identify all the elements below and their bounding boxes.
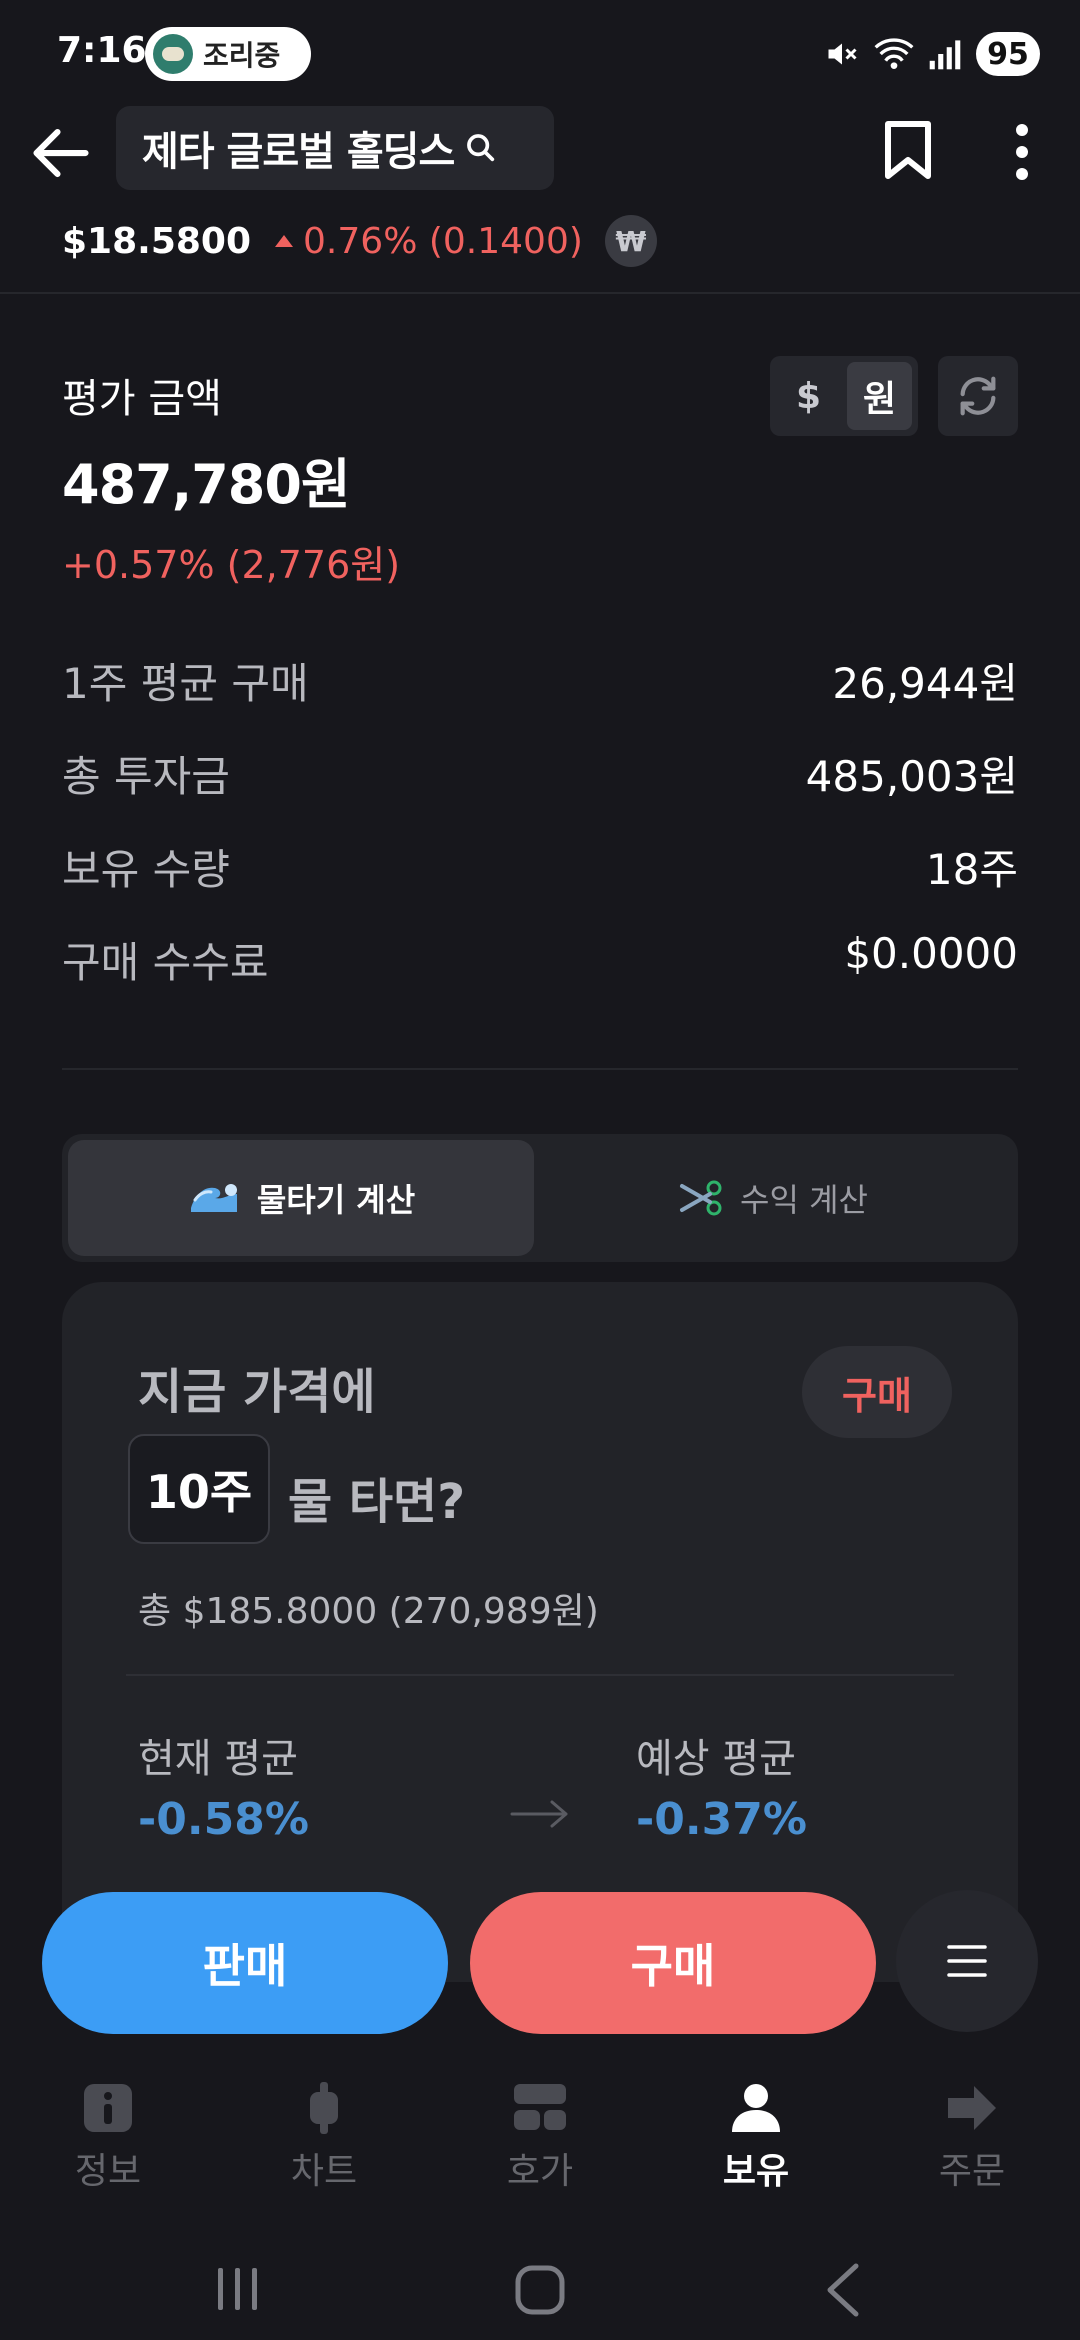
card-divider — [126, 1674, 954, 1676]
price-change: 0.76% (0.1400) — [273, 221, 583, 262]
valuation-change: +0.57% (2,776원) — [62, 543, 401, 587]
wifi-icon — [874, 38, 914, 69]
mute-icon — [828, 43, 857, 65]
nav-orderbook[interactable]: 호가 — [432, 2080, 648, 2220]
arrow-right-icon — [510, 1800, 568, 1828]
calc-question-line1: 지금 가격에 — [138, 1364, 376, 1420]
section-divider — [62, 1068, 1018, 1070]
arrow-icon — [948, 2086, 996, 2130]
info-value: 18주 — [925, 845, 1018, 894]
nav-orders[interactable]: 주문 — [864, 2080, 1080, 2220]
tab-average-down[interactable]: 물타기 계산 — [68, 1140, 534, 1256]
refresh-icon — [960, 376, 996, 416]
tab-profit-label: 수익 계산 — [740, 1181, 868, 1219]
info-value: 485,003원 — [805, 752, 1018, 801]
currency-toggle: $ 원 — [770, 356, 918, 436]
price-row: $18.5800 0.76% (0.1400) ₩ — [62, 215, 657, 267]
calc-buy-toggle[interactable]: 구매 — [802, 1346, 952, 1438]
currency-badge[interactable]: ₩ — [604, 215, 657, 267]
info-value: 26,944원 — [832, 659, 1018, 708]
person-icon — [732, 2084, 780, 2132]
status-activity-pill[interactable]: 조리중 — [145, 27, 311, 81]
current-price: $18.5800 — [62, 220, 252, 262]
menu-button[interactable] — [896, 1890, 1038, 2032]
signal-icon — [929, 40, 961, 70]
info-row: 보유 수량 18주 — [62, 836, 1018, 897]
up-triangle-icon — [275, 235, 294, 247]
valuation-amount: 487,780원 — [62, 453, 351, 516]
home-icon[interactable] — [515, 2265, 565, 2315]
info-label: 보유 수량 — [62, 845, 230, 894]
nav-orderbook-label: 호가 — [506, 2151, 574, 2192]
nav-orders-label: 주문 — [938, 2151, 1006, 2192]
system-nav-bar — [218, 2263, 859, 2317]
nav-holdings-label: 보유 — [722, 2151, 790, 2192]
recent-apps-icon[interactable] — [218, 2268, 257, 2310]
expected-average-label: 예상 평균 — [636, 1736, 796, 1782]
buy-button[interactable]: 구매 — [470, 1892, 876, 2034]
calc-total: 총 $185.8000 (270,989원) — [138, 1591, 599, 1632]
quantity-input[interactable]: 10주 — [128, 1434, 270, 1544]
tab-average-down-label: 물타기 계산 — [256, 1181, 416, 1219]
info-row: 총 투자금 485,003원 — [62, 743, 1018, 804]
info-row: 구매 수수료 $0.0000 — [62, 929, 1018, 990]
stock-title: 제타 글로벌 홀딩스 — [142, 129, 455, 175]
back-nav-icon[interactable] — [827, 2263, 859, 2317]
expected-average-value: -0.37% — [636, 1794, 807, 1845]
hamburger-icon — [947, 1945, 987, 1977]
info-icon — [84, 2084, 132, 2132]
toggle-won[interactable]: 원 — [847, 362, 912, 430]
current-average-label: 현재 평균 — [138, 1736, 298, 1782]
current-average-value: -0.58% — [138, 1794, 309, 1845]
info-label: 총 투자금 — [62, 752, 230, 801]
refresh-button[interactable] — [938, 356, 1018, 436]
info-label: 1주 평균 구매 — [62, 659, 309, 708]
bottom-nav: 정보 차트 호가 보유 주문 — [0, 2080, 1080, 2220]
nav-holdings[interactable]: 보유 — [648, 2080, 864, 2220]
nav-info-label: 정보 — [74, 2151, 142, 2192]
bookmark-icon[interactable] — [880, 120, 936, 180]
nav-chart[interactable]: 차트 — [216, 2080, 432, 2220]
orderbook-icon — [514, 2084, 566, 2130]
more-options-icon[interactable] — [1002, 122, 1042, 182]
search-icon — [467, 134, 495, 162]
toggle-dollar[interactable]: $ — [776, 362, 841, 430]
calc-question-line2: 물 타면? — [288, 1474, 466, 1530]
info-label: 구매 수수료 — [62, 938, 269, 987]
average-down-card: 지금 가격에 구매 10주 물 타면? 총 $185.8000 (270,989… — [62, 1282, 1018, 1982]
back-arrow-icon[interactable] — [26, 118, 96, 188]
stock-search-pill[interactable]: 제타 글로벌 홀딩스 — [116, 106, 554, 190]
nav-chart-label: 차트 — [290, 2151, 358, 2192]
battery-indicator: 95 — [976, 32, 1040, 76]
status-icons: 95 — [824, 32, 1040, 76]
app-thumbnail-icon — [153, 34, 193, 74]
scissors-icon — [680, 1180, 722, 1216]
header-divider — [0, 292, 1080, 294]
info-value: $0.0000 — [844, 929, 1018, 978]
status-time: 7:16 — [57, 30, 147, 71]
nav-info[interactable]: 정보 — [0, 2080, 216, 2220]
app-root: 7:16 조리중 95 제타 글로벌 홀딩스 $18.5800 0.76% (0… — [0, 0, 1080, 2340]
info-row: 1주 평균 구매 26,944원 — [62, 650, 1018, 711]
sell-button[interactable]: 판매 — [42, 1892, 448, 2034]
tab-profit[interactable]: 수익 계산 — [534, 1140, 1012, 1256]
status-pill-label: 조리중 — [203, 39, 281, 72]
calculator-tabs: 물타기 계산 수익 계산 — [62, 1134, 1018, 1262]
wave-icon — [190, 1184, 237, 1212]
price-change-text: 0.76% (0.1400) — [303, 220, 583, 262]
chart-icon — [310, 2082, 338, 2134]
valuation-label: 평가 금액 — [62, 376, 222, 422]
